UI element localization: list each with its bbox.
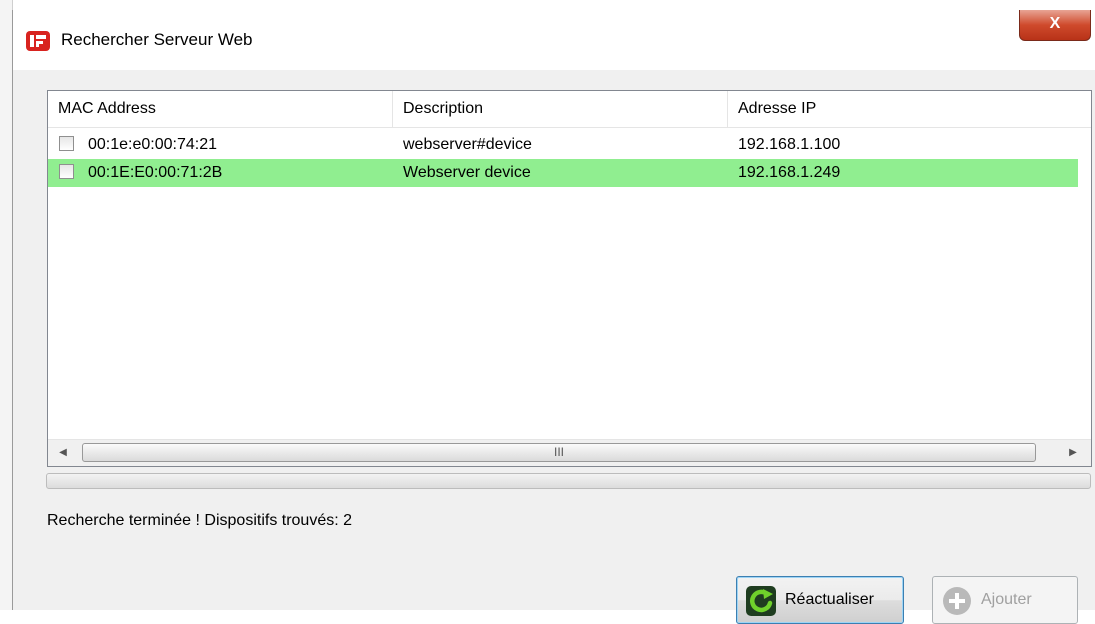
refresh-button[interactable]: Réactualiser bbox=[736, 576, 904, 624]
scrollbar-thumb[interactable]: III bbox=[82, 443, 1036, 462]
column-header-description[interactable]: Description bbox=[393, 91, 728, 127]
table-row[interactable]: 00:1e:e0:00:74:21 webserver#device 192.1… bbox=[48, 131, 1078, 159]
title-bar[interactable]: Rechercher Serveur Web X bbox=[13, 10, 1095, 70]
horizontal-scrollbar[interactable]: ◀ III ▶ bbox=[48, 439, 1091, 466]
close-button[interactable]: X bbox=[1019, 10, 1091, 41]
add-button-label: Ajouter bbox=[981, 591, 1032, 608]
background-top bbox=[0, 0, 1095, 8]
ip-cell: 192.168.1.249 bbox=[738, 164, 841, 181]
scroll-right-arrow-icon[interactable]: ▶ bbox=[1058, 440, 1088, 466]
scroll-left-arrow-icon[interactable]: ◀ bbox=[48, 440, 78, 466]
close-icon: X bbox=[1049, 15, 1061, 32]
window-title: Rechercher Serveur Web bbox=[61, 30, 253, 49]
web-server-app-icon bbox=[26, 31, 50, 51]
status-text: Recherche terminée ! Dispositifs trouvés… bbox=[47, 512, 353, 529]
mac-cell: 00:1e:e0:00:74:21 bbox=[88, 136, 218, 153]
row-checkbox[interactable] bbox=[59, 164, 74, 179]
device-list[interactable]: MAC Address Description Adresse IP 00:1e… bbox=[47, 90, 1092, 467]
ip-cell: 192.168.1.100 bbox=[738, 136, 841, 153]
scroll-grip: III bbox=[553, 445, 564, 459]
add-button[interactable]: Ajouter bbox=[932, 576, 1078, 624]
description-cell: webserver#device bbox=[403, 136, 532, 153]
search-progress-bar bbox=[46, 473, 1091, 489]
refresh-button-label: Réactualiser bbox=[785, 591, 874, 608]
list-header: MAC Address Description Adresse IP bbox=[48, 91, 1091, 128]
description-cell: Webserver device bbox=[403, 164, 531, 181]
column-header-ip[interactable]: Adresse IP bbox=[728, 91, 1091, 127]
table-row-selected[interactable]: 00:1E:E0:00:71:2B Webserver device 192.1… bbox=[48, 159, 1078, 187]
row-checkbox[interactable] bbox=[59, 136, 74, 151]
dialog-window: Rechercher Serveur Web X MAC Address Des… bbox=[12, 10, 1095, 624]
column-header-mac[interactable]: MAC Address bbox=[48, 91, 393, 127]
mac-cell: 00:1E:E0:00:71:2B bbox=[88, 164, 223, 181]
plus-circle-icon bbox=[943, 587, 971, 615]
green-refresh-icon bbox=[746, 586, 776, 616]
